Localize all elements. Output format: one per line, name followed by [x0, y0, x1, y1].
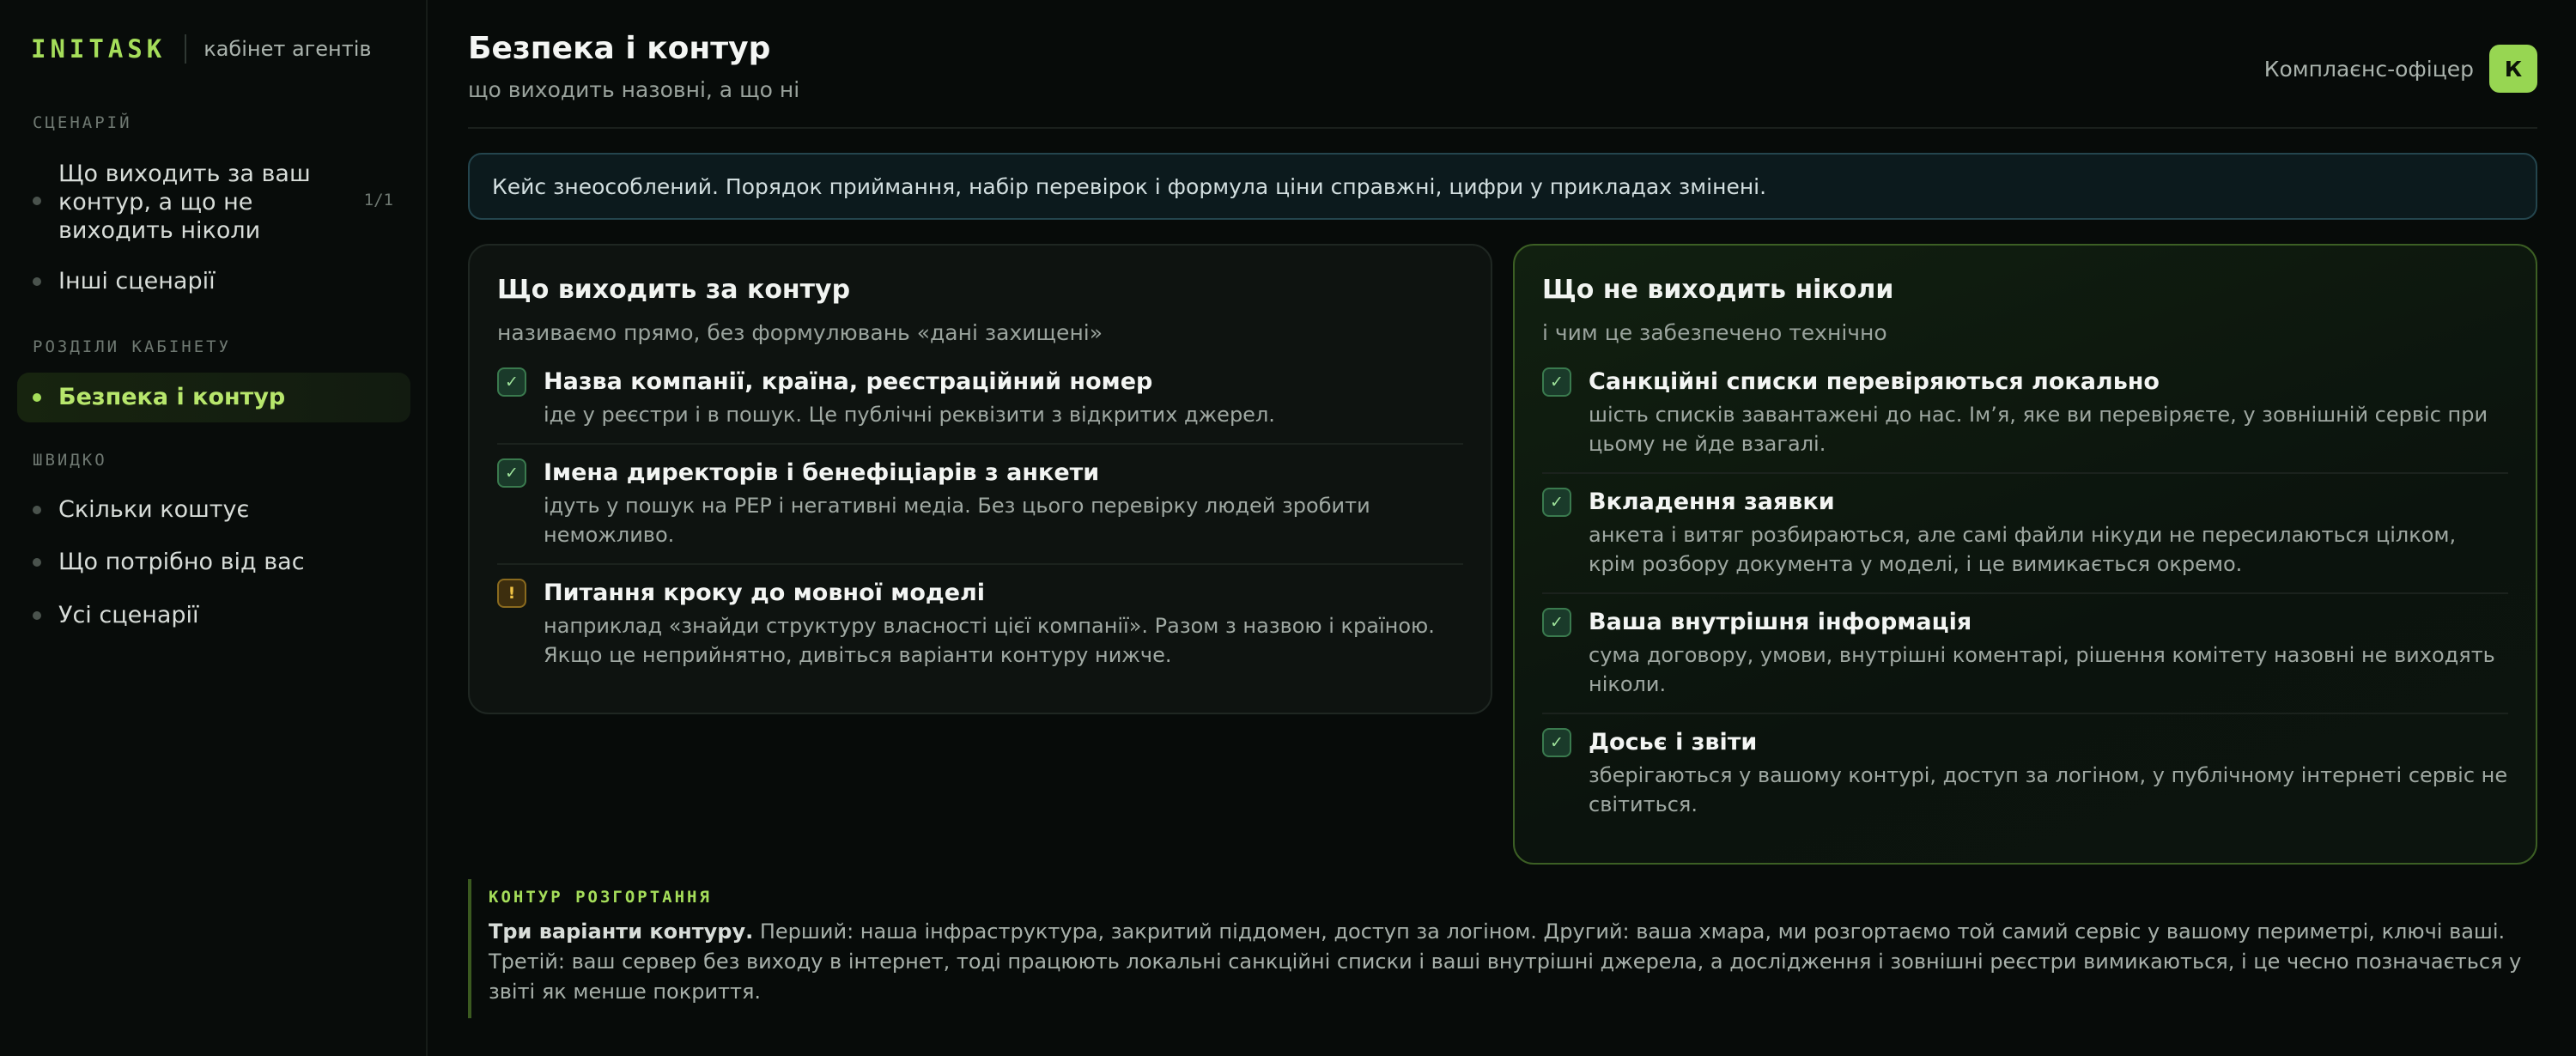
bullet-icon — [33, 506, 41, 514]
list-item: ✓ Санкційні списки перевіряються локальн… — [1542, 367, 2508, 474]
avatar[interactable]: К — [2489, 45, 2537, 93]
page-title: Безпека і контур — [468, 31, 771, 66]
item-title: Санкційні списки перевіряються локально — [1589, 368, 2160, 395]
check-icon: ✓ — [497, 458, 526, 488]
brand-logo[interactable]: INITASK — [31, 34, 166, 64]
sidebar-item-pricing[interactable]: Скільки коштує — [17, 493, 410, 527]
item-description: іде у реєстри і в пошук. Це публічні рек… — [544, 403, 1275, 427]
user-role[interactable]: Комплаєнс-офіцер — [2264, 57, 2474, 82]
item-title: Досьє і звіти — [1589, 729, 1758, 756]
sidebar-item-label: Інші сценарії — [58, 268, 216, 294]
item-title: Питання кроку до мовної моделі — [544, 580, 986, 606]
item-description: наприклад «знайди структуру власності ці… — [544, 614, 1435, 667]
list-item: ! Питання кроку до мовної моделі наприкл… — [497, 579, 1463, 683]
warning-icon: ! — [497, 579, 526, 608]
check-icon: ✓ — [1542, 608, 1571, 637]
scenario-step-count: 1/1 — [363, 191, 393, 209]
bullet-icon — [33, 393, 41, 402]
item-title: Ваша внутрішня інформація — [1589, 609, 1972, 635]
deployment-body: Перший: наша інфраструктура, закритий пі… — [489, 919, 2522, 1004]
card-subtitle: називаємо прямо, без формулювань «дані з… — [497, 320, 1103, 345]
list-item: ✓ Імена директорів і бенефіціарів з анке… — [497, 458, 1463, 565]
item-description: анкета і витяг розбираються, але самі фа… — [1589, 523, 2457, 576]
sidebar: INITASK кабінет агентів СЦЕНАРІЙ Що вихо… — [0, 0, 428, 1056]
bullet-icon — [33, 611, 41, 620]
item-title: Імена директорів і бенефіціарів з анкети — [544, 459, 1100, 486]
brand-subtitle: кабінет агентів — [204, 37, 372, 61]
bullet-icon — [33, 277, 41, 286]
deployment-lead: Три варіанти контуру. — [489, 919, 754, 944]
check-icon: ✓ — [1542, 367, 1571, 397]
sidebar-item-security[interactable]: Безпека і контур — [17, 373, 410, 422]
deployment-section: КОНТУР РОЗГОРТАННЯ Три варіанти контуру.… — [468, 879, 2537, 1018]
deployment-label: КОНТУР РОЗГОРТАННЯ — [489, 888, 712, 907]
sidebar-item-label: Скільки коштує — [58, 496, 250, 523]
card-title: Що не виходить ніколи — [1542, 275, 1894, 305]
check-icon: ✓ — [1542, 728, 1571, 757]
brand-divider — [185, 34, 187, 64]
list-item: ✓ Вкладення заявки анкета і витяг розбир… — [1542, 488, 2508, 594]
list-item: ✓ Ваша внутрішня інформація сума договор… — [1542, 608, 2508, 714]
check-icon: ✓ — [497, 367, 526, 397]
check-icon: ✓ — [1542, 488, 1571, 517]
sidebar-item-other-scenarios[interactable]: Інші сценарії — [17, 264, 410, 299]
card-title: Що виходить за контур — [497, 275, 851, 305]
item-description: зберігаються у вашому контурі, доступ за… — [1589, 763, 2508, 816]
item-title: Назва компанії, країна, реєстраційний но… — [544, 368, 1153, 395]
card-subtitle: і чим це забезпечено технічно — [1542, 320, 1887, 345]
sidebar-item-requirements[interactable]: Що потрібно від вас — [17, 545, 410, 580]
bullet-icon — [33, 197, 41, 205]
sidebar-item-label: Що потрібно від вас — [58, 549, 305, 575]
item-description: шість списків завантажені до нас. Ім’я, … — [1589, 403, 2488, 456]
page-subtitle: що виходить назовні, а що ні — [468, 77, 800, 102]
sidebar-item-current-scenario[interactable]: Що виходить за ваш контур, а що не виход… — [17, 158, 410, 244]
user-menu[interactable]: Комплаєнс-офіцер К — [2264, 45, 2537, 93]
anonymized-notice: Кейс знеособлений. Порядок приймання, на… — [468, 153, 2537, 220]
list-item: ✓ Досьє і звіти зберігаються у вашому ко… — [1542, 728, 2508, 833]
card-goes-out: Що виходить за контур називаємо прямо, б… — [468, 244, 1492, 714]
item-list: ✓ Санкційні списки перевіряються локальн… — [1542, 367, 2508, 833]
sidebar-item-label: Усі сценарії — [58, 602, 199, 628]
sidebar-item-all-scenarios[interactable]: Усі сценарії — [17, 598, 410, 633]
section-label-cabinet: РОЗДІЛИ КАБІНЕТУ — [33, 337, 232, 356]
card-never-goes-out: Що не виходить ніколи і чим це забезпече… — [1513, 244, 2537, 865]
brand: INITASK кабінет агентів — [31, 33, 372, 65]
header-divider — [468, 127, 2537, 129]
sidebar-item-label: Що виходить за ваш контур, а що не виход… — [58, 161, 311, 244]
item-title: Вкладення заявки — [1589, 489, 1835, 515]
list-item: ✓ Назва компанії, країна, реєстраційний … — [497, 367, 1463, 445]
section-label-scenario: СЦЕНАРІЙ — [33, 113, 132, 132]
item-list: ✓ Назва компанії, країна, реєстраційний … — [497, 367, 1463, 683]
deployment-text: Три варіанти контуру. Перший: наша інфра… — [489, 917, 2537, 1007]
item-description: сума договору, умови, внутрішні коментар… — [1589, 643, 2495, 696]
bullet-icon — [33, 558, 41, 567]
item-description: ідуть у пошук на PEP і негативні медіа. … — [544, 494, 1370, 547]
sidebar-item-label: Безпека і контур — [58, 384, 286, 410]
section-label-quick: ШВИДКО — [33, 451, 107, 470]
